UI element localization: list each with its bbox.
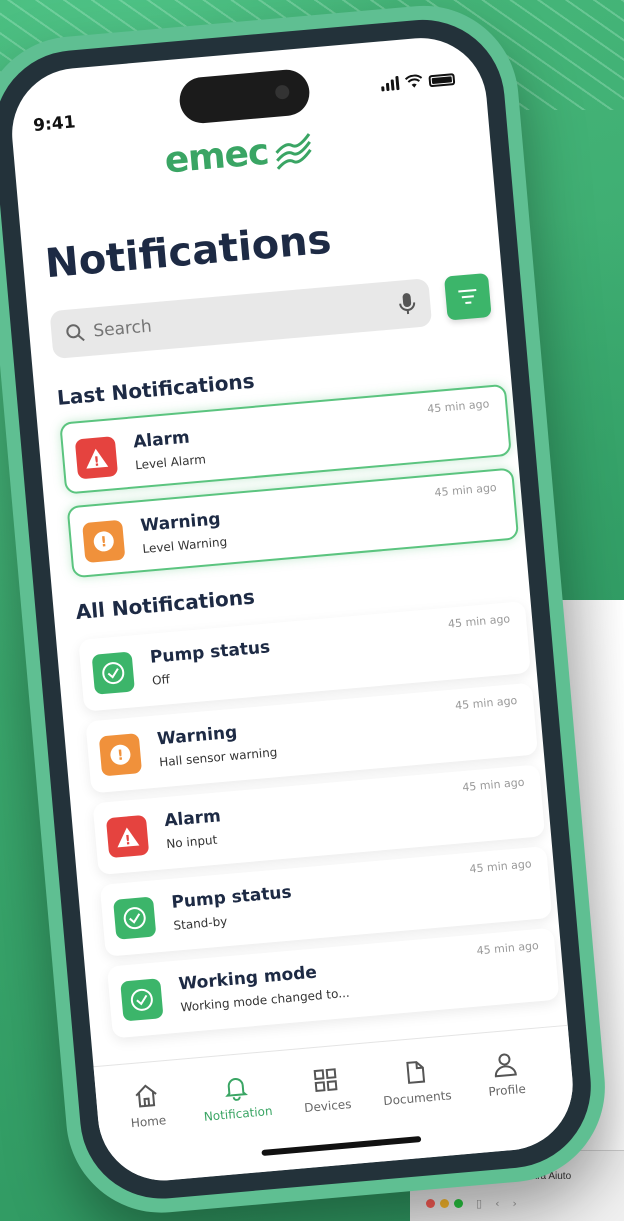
notification-title: Warning <box>139 509 222 537</box>
notification-time: 45 min ago <box>461 775 525 795</box>
tab-documents[interactable]: Documents <box>374 1056 458 1109</box>
wifi-icon <box>404 74 423 88</box>
user-icon <box>494 1053 517 1078</box>
emec-logo: emec <box>163 127 318 182</box>
search-input[interactable] <box>92 294 400 342</box>
notification-subtitle: Level Warning <box>141 534 228 557</box>
bell-icon <box>225 1078 248 1101</box>
alarm-icon: ! <box>74 436 119 480</box>
notification-time: 45 min ago <box>468 857 533 876</box>
minimize-dot[interactable] <box>440 1199 449 1208</box>
svg-text:!: ! <box>100 534 108 550</box>
filter-button[interactable] <box>443 272 492 321</box>
logo-waves-icon <box>275 132 312 170</box>
grid-icon <box>313 1068 338 1093</box>
svg-text:!: ! <box>117 748 125 764</box>
warning-icon: ! <box>82 519 126 564</box>
notification-title: Alarm <box>163 806 222 832</box>
notification-time: 45 min ago <box>476 939 540 958</box>
status-time: 9:41 <box>32 112 77 136</box>
tab-home[interactable]: Home <box>105 1079 189 1132</box>
notification-subtitle: No input <box>165 832 218 852</box>
status-icons <box>380 71 456 92</box>
check-icon <box>113 896 157 940</box>
sidebar-toggle-icon[interactable]: ▯ <box>476 1197 482 1210</box>
notification-title: Pump status <box>149 637 271 668</box>
check-icon <box>120 978 164 1022</box>
document-icon <box>406 1061 426 1084</box>
home-indicator[interactable] <box>261 1136 422 1156</box>
maximize-dot[interactable] <box>454 1199 463 1208</box>
tab-label: Documents <box>382 1088 453 1109</box>
tab-notification[interactable]: Notification <box>195 1072 279 1125</box>
svg-text:!: ! <box>93 454 100 469</box>
page-title: Notifications <box>43 216 334 288</box>
notification-subtitle: Off <box>151 672 171 688</box>
tab-devices[interactable]: Devices <box>285 1064 369 1117</box>
tab-label: Home <box>130 1113 167 1131</box>
window-controls: ▯ ‹ › <box>426 1197 517 1210</box>
tab-label: Notification <box>203 1103 274 1124</box>
notification-time: 45 min ago <box>434 480 498 500</box>
all-notifications-heading: All Notifications <box>74 584 256 625</box>
notification-time: 45 min ago <box>447 612 511 631</box>
notification-subtitle: Stand-by <box>172 914 228 933</box>
logo-text: emec <box>163 131 270 182</box>
dynamic-island <box>177 67 312 126</box>
forward-icon[interactable]: › <box>512 1197 516 1210</box>
tab-label: Devices <box>303 1096 352 1116</box>
tab-profile[interactable]: Profile <box>464 1048 548 1101</box>
microphone-icon[interactable] <box>397 291 417 316</box>
svg-text:!: ! <box>124 833 131 848</box>
phone: 9:41 emec Notifications Search Last Noti… <box>0 0 613 1221</box>
search-icon <box>66 324 85 342</box>
back-icon[interactable]: ‹ <box>495 1197 499 1210</box>
last-notifications-heading: Last Notifications <box>56 368 256 410</box>
alarm-icon: ! <box>105 814 150 859</box>
warning-icon: ! <box>98 733 143 777</box>
filter-icon <box>458 288 477 304</box>
signal-icon <box>380 75 400 92</box>
notification-time: 45 min ago <box>426 397 490 416</box>
notification-title: Warning <box>156 722 239 750</box>
phone-screen: 9:41 emec Notifications Search Last Noti… <box>6 32 579 1186</box>
tab-label: Profile <box>487 1081 527 1099</box>
home-icon <box>135 1084 157 1108</box>
notification-subtitle: Level Alarm <box>134 452 207 473</box>
notification-title: Pump status <box>170 882 293 913</box>
search-bar[interactable] <box>49 278 433 360</box>
check-icon <box>91 651 135 695</box>
notification-title: Alarm <box>132 427 191 453</box>
notification-time: 45 min ago <box>454 694 518 713</box>
notification-subtitle: Hall sensor warning <box>158 745 278 770</box>
battery-icon <box>428 73 456 88</box>
close-dot[interactable] <box>426 1199 435 1208</box>
